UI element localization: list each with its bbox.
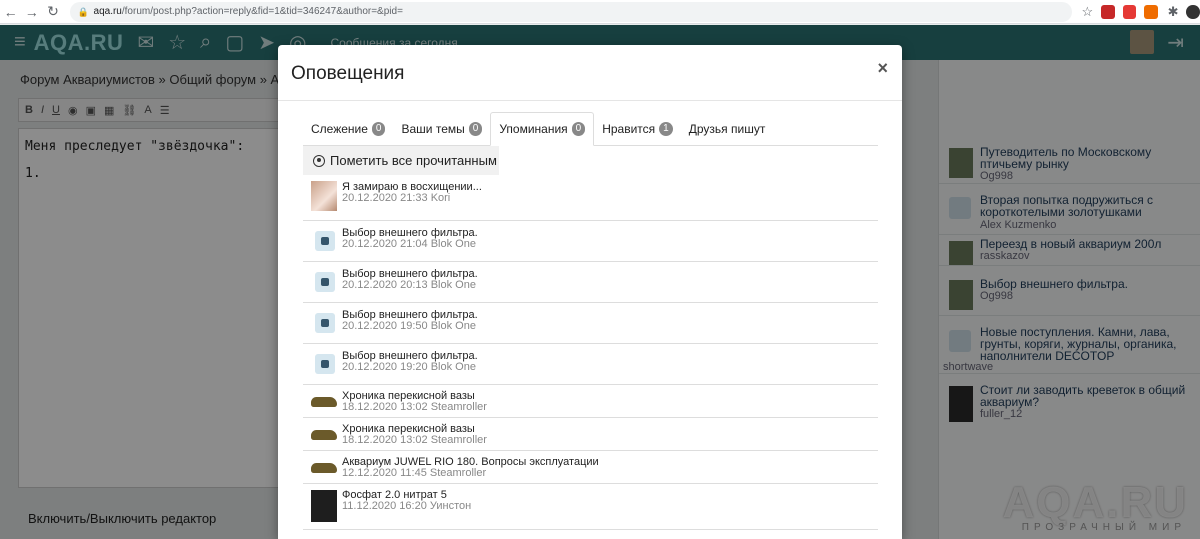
tab-label: Друзья пишут [688,122,766,136]
user-avatar [311,490,337,522]
puzzle-icon[interactable]: ✱ [1168,4,1179,20]
user-avatar [311,181,337,211]
forward-icon[interactable]: → [21,4,42,20]
count-badge: 0 [571,122,586,136]
lock-icon [315,231,335,251]
list-item[interactable]: Выбор внешнего фильтра. 20.12.2020 20:13… [303,262,878,303]
url-path: /forum/post.php?action=reply&fid=1&tid=3… [121,6,403,17]
list-item[interactable]: Выбор внешнего фильтра. 20.12.2020 19:50… [303,303,878,344]
user-avatar [311,459,337,475]
mark-all-read-button[interactable]: Пометить все прочитанным [303,146,499,175]
user-avatar [311,426,337,442]
tab-label: Ваши темы [401,122,465,136]
notification-meta: 11.12.2020 16:20 Уинстон [342,500,472,512]
close-icon[interactable]: × [877,58,888,79]
back-icon[interactable]: ← [0,4,21,20]
notification-meta: 20.12.2020 20:13 Blok One [342,279,476,291]
notification-meta: 18.12.2020 13:02 Steamroller [342,434,487,446]
list-item[interactable]: Хроника перекисной вазы 18.12.2020 13:02… [303,385,878,418]
list-item[interactable]: Фосфат 2.0 нитрат 5 11.12.2020 16:20 Уин… [303,484,878,530]
url-host: aqa.ru [93,6,122,17]
lock-icon [315,272,335,292]
notification-meta: 20.12.2020 21:33 Kori [342,192,451,204]
divider [278,100,902,101]
list-item[interactable]: Выбор внешнего фильтра. 20.12.2020 19:20… [303,344,878,385]
notification-tabs: Слежение 0 Ваши темы 0 Упоминания 0 Нрав… [303,112,878,146]
notification-meta: 20.12.2020 19:20 Blok One [342,361,476,373]
tab-your-topics[interactable]: Ваши темы 0 [393,112,490,146]
extension-icon[interactable] [1144,4,1158,19]
profile-icon[interactable] [1186,4,1200,19]
adblock-icon[interactable] [1122,4,1137,19]
extension-icon[interactable] [1101,4,1115,19]
tab-likes[interactable]: Нравится 1 [594,112,681,146]
modal-title: Оповещения [291,63,405,84]
user-avatar [311,393,337,409]
radio-dot-icon [313,154,325,167]
list-item[interactable]: Выбор внешнего фильтра. 20.12.2020 21:04… [303,221,878,262]
bookmark-star-icon[interactable]: ☆ [1082,4,1094,20]
tab-label: Нравится [602,122,656,136]
notification-meta: 18.12.2020 13:02 Steamroller [342,401,487,413]
address-bar[interactable]: 🔒 aqa.ru/forum/post.php?action=reply&fid… [69,1,1072,22]
notifications-modal: Оповещения × Слежение 0 Ваши темы 0 Упом… [278,45,902,539]
count-badge: 0 [468,122,483,136]
count-badge: 0 [371,122,386,136]
notification-meta: 20.12.2020 19:50 Blok One [342,320,476,332]
notification-list: Я замираю в восхищении... 20.12.2020 21:… [303,175,878,530]
notification-meta: 12.12.2020 11:45 Steamroller [342,467,487,479]
lock-icon: 🔒 [77,6,89,17]
count-badge: 1 [659,122,673,136]
browser-toolbar: ← → ↻ 🔒 aqa.ru/forum/post.php?action=rep… [0,0,1200,24]
list-item[interactable]: Аквариум JUWEL RIO 180. Вопросы эксплуат… [303,451,878,484]
notification-meta: 20.12.2020 21:04 Blok One [342,238,476,250]
tab-label: Упоминания [499,122,568,136]
lock-icon [315,313,335,333]
reload-icon[interactable]: ↻ [42,3,63,20]
tab-label: Слежение [311,122,368,136]
tab-following[interactable]: Слежение 0 [303,112,393,146]
mark-all-label: Пометить все прочитанным [330,153,497,168]
tab-mentions[interactable]: Упоминания 0 [490,112,595,146]
lock-icon [315,354,335,374]
list-item[interactable]: Я замираю в восхищении... 20.12.2020 21:… [303,175,878,221]
tab-friends-write[interactable]: Друзья пишут [681,112,774,146]
list-item[interactable]: Хроника перекисной вазы 18.12.2020 13:02… [303,418,878,451]
